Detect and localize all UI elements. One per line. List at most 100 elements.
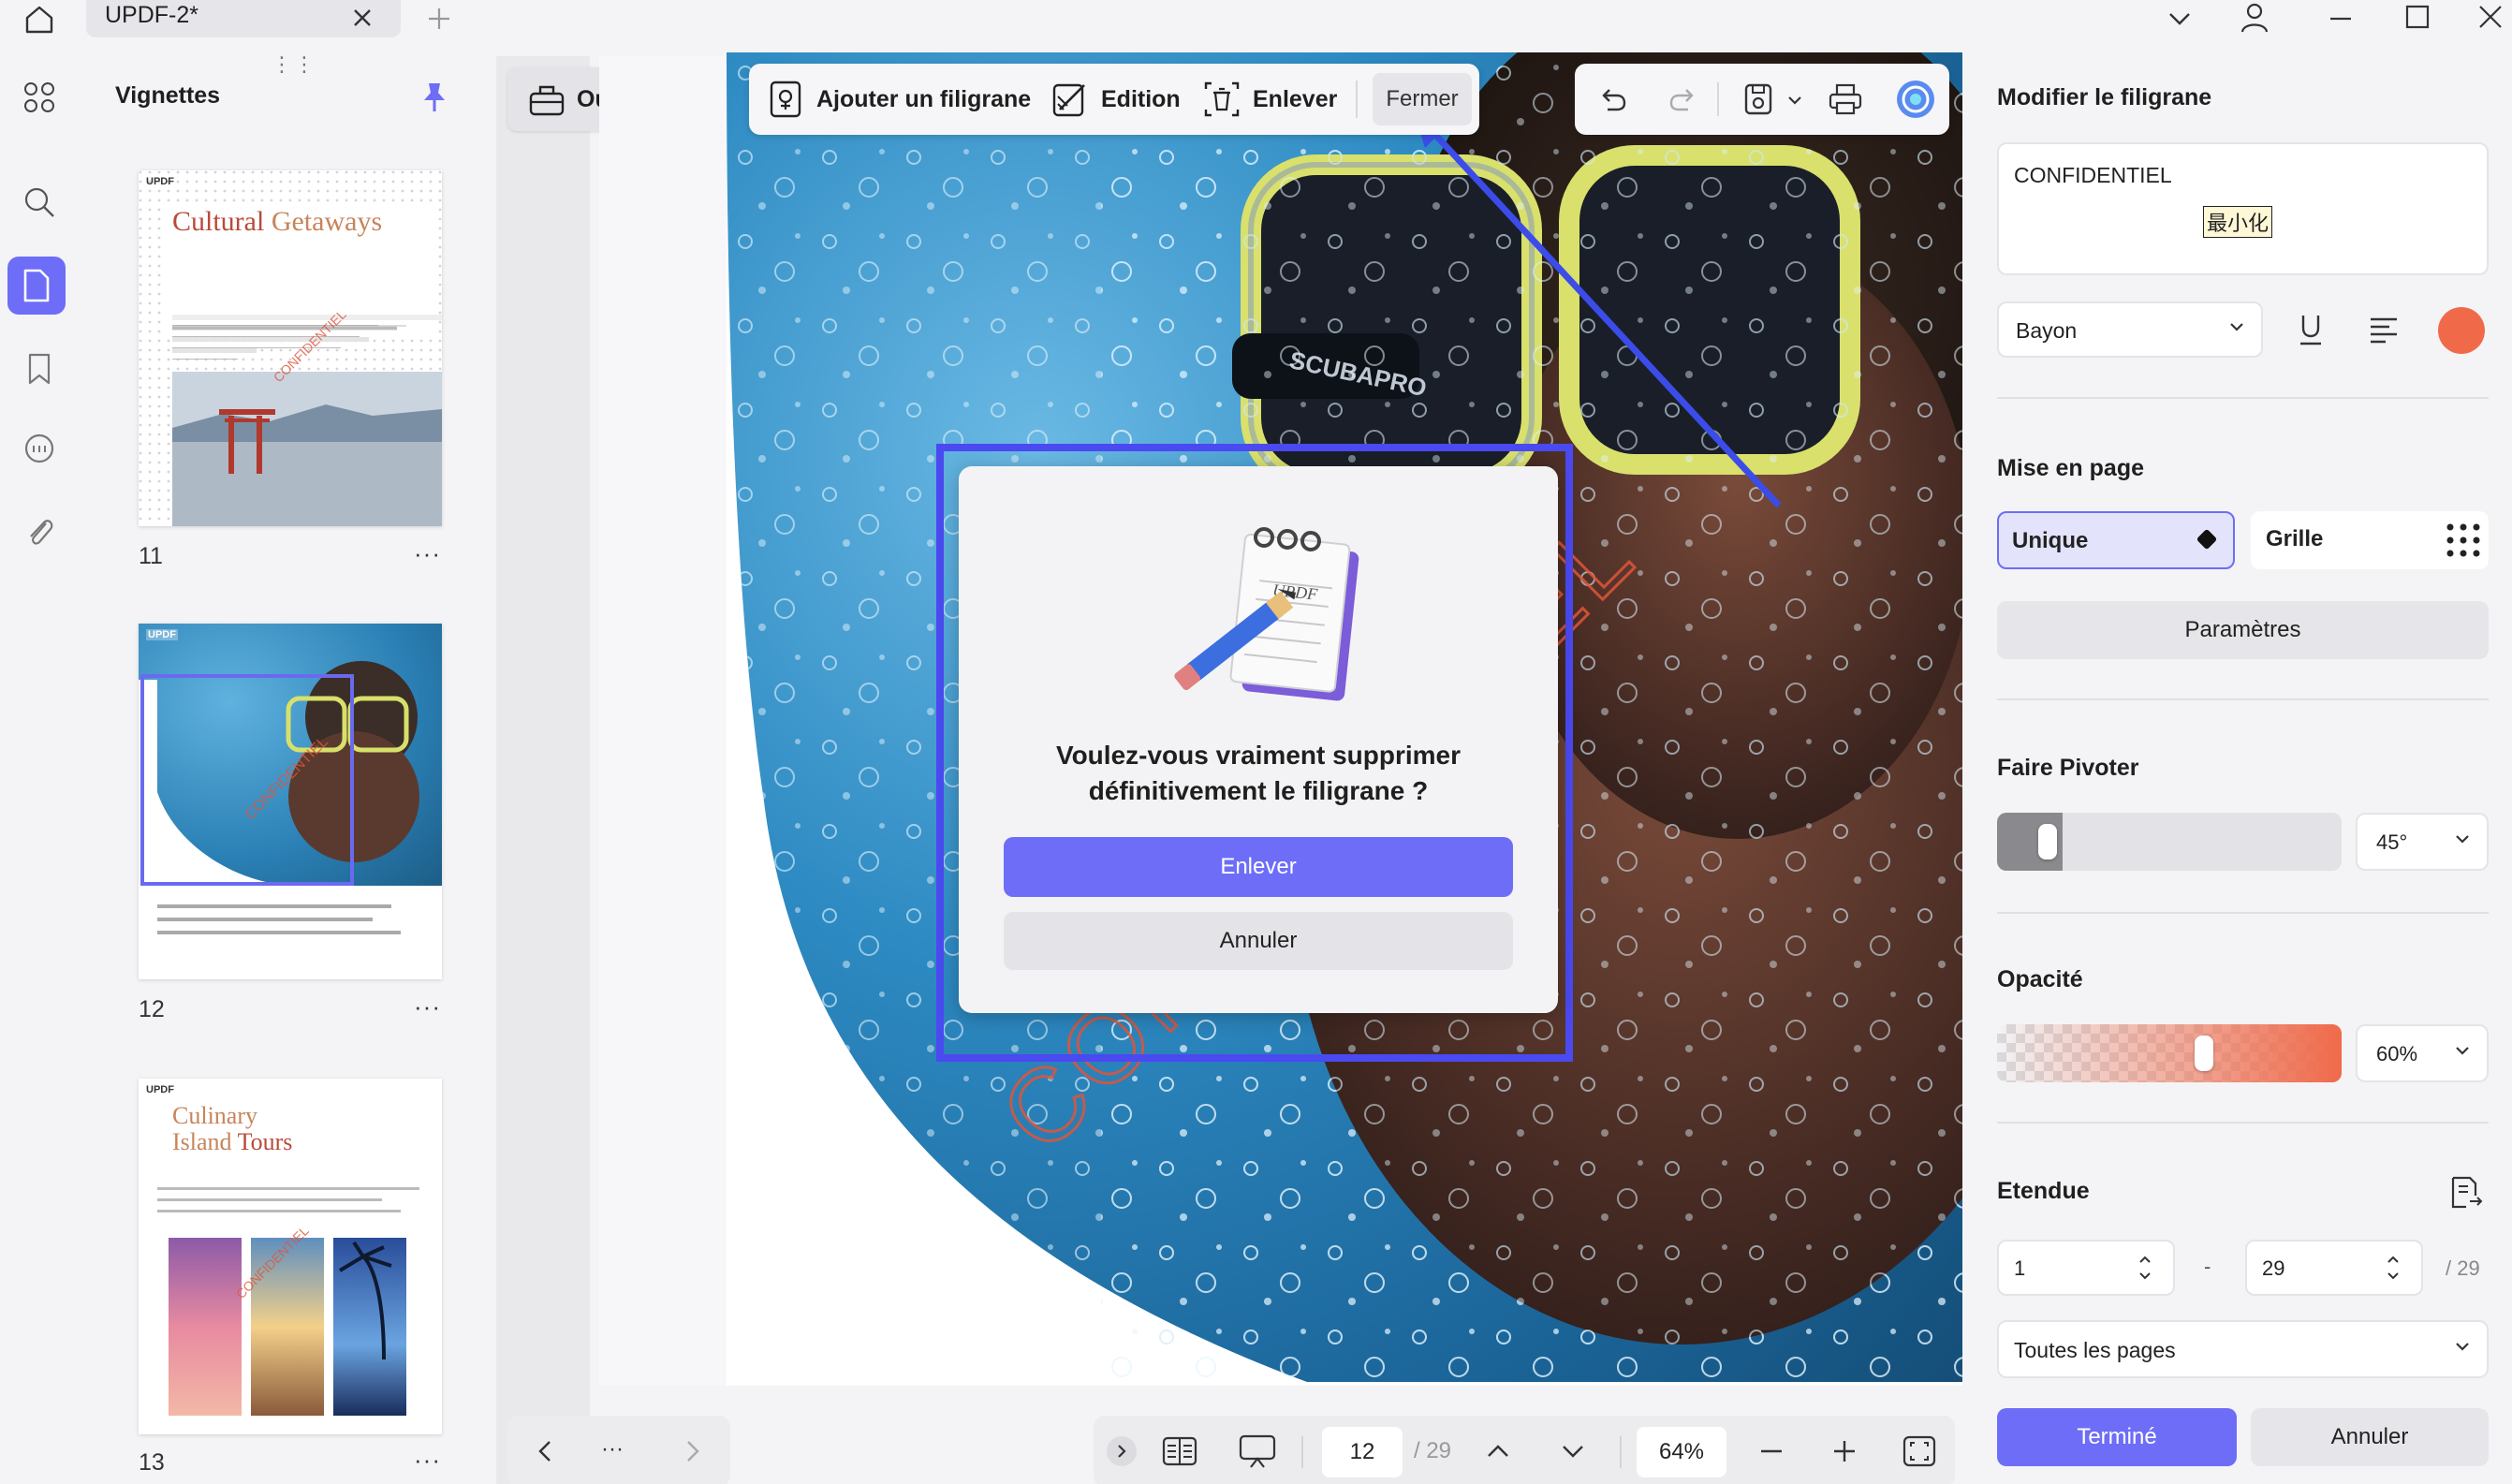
thumbnail-more-button[interactable]: ···: [414, 1446, 441, 1475]
chevron-down-icon: [2230, 323, 2243, 331]
remove-watermark-button[interactable]: Enlever: [1202, 64, 1337, 135]
range-from-value: 1: [2014, 1256, 2026, 1280]
undo-icon[interactable]: [1595, 81, 1633, 118]
print-icon[interactable]: [1824, 79, 1867, 120]
toolbar-divider: [1620, 1436, 1622, 1468]
section-divider: [1997, 912, 2489, 914]
zoom-in-icon[interactable]: [1828, 1434, 1861, 1468]
opacity-slider[interactable]: [1997, 1024, 2342, 1082]
rotate-title: Faire Pivoter: [1997, 755, 2139, 781]
opacity-slider-handle[interactable]: [2195, 1036, 2213, 1071]
layout-unique-label: Unique: [2012, 528, 2089, 553]
font-select-value: Bayon: [2016, 318, 2078, 343]
quick-toolbar: [1575, 64, 1949, 135]
page-down-icon[interactable]: [1556, 1434, 1590, 1468]
maximize-icon[interactable]: [2397, 0, 2438, 34]
edit-watermark-label: Edition: [1101, 85, 1181, 112]
rotate-angle-select[interactable]: 45°: [2356, 813, 2489, 871]
opacity-slider-gradient: [1997, 1024, 2342, 1082]
cancel-remove-button[interactable]: Annuler: [1004, 912, 1513, 970]
layout-grid-option[interactable]: Grille: [2251, 511, 2489, 569]
confirm-remove-button[interactable]: Enlever: [1004, 837, 1513, 897]
opacity-title: Opacité: [1997, 966, 2083, 992]
search-icon[interactable]: [17, 180, 62, 225]
close-tab-icon[interactable]: [346, 2, 378, 34]
color-swatch[interactable]: [2438, 307, 2485, 354]
confirm-remove-dialog: UPDF Voulez-vous vraiment supprimer défi…: [959, 466, 1558, 1013]
align-left-icon[interactable]: [2365, 309, 2402, 350]
stepper-icon[interactable]: [2137, 1253, 2152, 1283]
remove-watermark-icon: [1202, 80, 1241, 119]
page-number-input[interactable]: 12: [1322, 1427, 1403, 1477]
thumbnail-more-button[interactable]: ···: [414, 539, 441, 568]
font-select[interactable]: Bayon: [1997, 301, 2263, 358]
more-pages-button[interactable]: ···: [601, 1436, 624, 1462]
thumbnail-page-11[interactable]: CONFIDENTIEL UPDF Cultural Getaways: [139, 170, 442, 526]
opacity-select[interactable]: 60%: [2356, 1024, 2489, 1082]
thumbnail-11-logo: UPDF: [146, 176, 174, 187]
bookmark-icon[interactable]: [17, 346, 62, 391]
remove-watermark-label: Enlever: [1253, 85, 1338, 112]
save-options-chevron-icon[interactable]: [1785, 90, 1805, 110]
chevron-down-icon: [2456, 1047, 2469, 1055]
toolbar-divider: [1717, 82, 1719, 116]
home-icon[interactable]: [19, 2, 60, 37]
page-total: / 29: [1414, 1438, 1452, 1463]
presentation-icon[interactable]: [1236, 1431, 1279, 1472]
toolbar-divider: [1301, 1436, 1303, 1468]
document-tab[interactable]: UPDF-2*: [86, 0, 401, 37]
underline-icon[interactable]: [2292, 309, 2329, 350]
watermark-text-field[interactable]: CONFIDENTIEL 最小化: [1997, 142, 2489, 275]
page-navigation-left: ···: [507, 1416, 730, 1484]
previous-page-icon[interactable]: [528, 1434, 562, 1468]
account-icon[interactable]: [2234, 0, 2275, 36]
add-watermark-button[interactable]: Ajouter un filigrane: [768, 64, 1031, 135]
cancel-button[interactable]: Annuler: [2251, 1408, 2489, 1466]
thumbnails-title: Vignettes: [115, 82, 221, 109]
page-layout-icon[interactable]: [1159, 1433, 1200, 1470]
chevron-down-icon[interactable]: [2159, 2, 2200, 36]
rotate-slider[interactable]: [1997, 813, 2342, 871]
thumbnail-page-12[interactable]: CONFIDENTIEL UPDF: [139, 624, 442, 979]
thumbnail-page-number: 13: [139, 1449, 165, 1476]
pages-tool-active[interactable]: [7, 257, 66, 315]
zoom-level-field[interactable]: 64%: [1637, 1427, 1726, 1477]
page-scope-select[interactable]: Toutes les pages: [1997, 1320, 2489, 1378]
zoom-out-icon[interactable]: [1755, 1434, 1788, 1468]
chevron-down-icon: [2456, 1343, 2469, 1351]
ai-assistant-icon[interactable]: [1893, 77, 1938, 122]
redo-icon[interactable]: [1663, 81, 1700, 118]
grid-dots-icon: [2446, 523, 2480, 557]
stepper-icon[interactable]: [2386, 1253, 2401, 1283]
thumbnail-page-13[interactable]: CONFIDENTIEL UPDF Culinary Island Tours: [139, 1079, 442, 1434]
panel-drag-handle[interactable]: ⋮⋮: [272, 52, 315, 76]
rotate-angle-value: 45°: [2376, 830, 2408, 854]
thumbnail-more-button[interactable]: ···: [414, 992, 441, 1021]
minimize-icon[interactable]: [2320, 0, 2361, 34]
close-window-icon[interactable]: [2470, 0, 2511, 34]
single-mark-icon: [2196, 528, 2218, 551]
add-watermark-label: Ajouter un filigrane: [816, 85, 1032, 112]
done-button[interactable]: Terminé: [1997, 1408, 2237, 1466]
grid-view-icon[interactable]: [17, 75, 62, 120]
attachment-icon[interactable]: [17, 509, 62, 554]
page-range-icon[interactable]: [2446, 1172, 2487, 1213]
pin-icon[interactable]: [418, 79, 451, 116]
page-scope-value: Toutes les pages: [2014, 1338, 2176, 1362]
collapse-toolbar-icon[interactable]: [1107, 1436, 1137, 1466]
edit-watermark-button[interactable]: Edition: [1050, 64, 1181, 135]
new-tab-icon[interactable]: [419, 2, 459, 36]
range-separator: -: [2204, 1255, 2211, 1278]
layout-unique-option[interactable]: Unique: [1997, 511, 2235, 569]
range-to-input[interactable]: 29: [2245, 1240, 2423, 1296]
fit-page-icon[interactable]: [1901, 1433, 1938, 1470]
rotate-slider-handle[interactable]: [2038, 824, 2057, 860]
page-up-icon[interactable]: [1481, 1434, 1515, 1468]
next-page-icon[interactable]: [676, 1434, 710, 1468]
range-from-input[interactable]: 1: [1997, 1240, 2175, 1296]
save-icon[interactable]: [1738, 79, 1779, 120]
parameters-button[interactable]: Paramètres: [1997, 601, 2489, 659]
thumbnail-11-heading: Cultural Getaways: [172, 206, 383, 237]
comment-icon[interactable]: [17, 427, 62, 472]
close-watermark-button[interactable]: Fermer: [1373, 73, 1472, 125]
